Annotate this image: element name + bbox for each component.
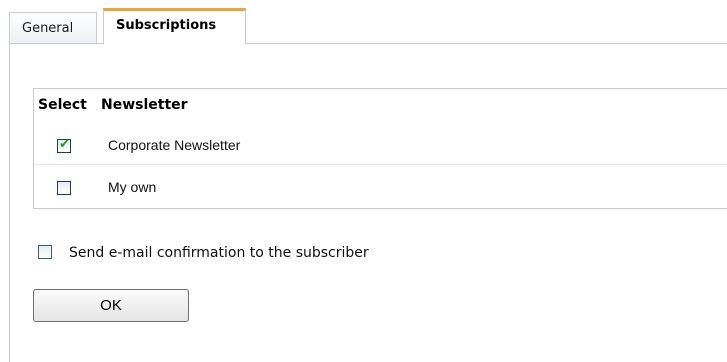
- my-own-checkbox[interactable]: [57, 181, 71, 195]
- table-header: Select Newsletter: [34, 89, 727, 121]
- newsletter-name: Corporate Newsletter: [108, 137, 241, 153]
- checkmark-icon: ✔: [59, 137, 70, 152]
- header-newsletter: Newsletter: [101, 97, 188, 113]
- header-select: Select: [38, 97, 87, 113]
- send-confirmation-label[interactable]: Send e-mail confirmation to the subscrib…: [69, 243, 369, 263]
- table-row: ✔ Corporate Newsletter: [34, 125, 727, 165]
- tab-subscriptions[interactable]: Subscriptions: [103, 8, 246, 44]
- panel-border: [9, 44, 10, 362]
- row-divider: [34, 164, 727, 165]
- newsletter-name: My own: [108, 179, 157, 195]
- send-confirmation-checkbox[interactable]: [38, 245, 52, 259]
- table-row: My own: [34, 167, 727, 207]
- tab-general[interactable]: General: [9, 12, 97, 43]
- newsletter-table: Select Newsletter ✔ Corporate Newsletter…: [33, 88, 727, 209]
- ok-button[interactable]: OK: [33, 289, 189, 322]
- tab-strip: General Subscriptions: [9, 8, 727, 44]
- corporate-newsletter-checkbox[interactable]: ✔: [57, 137, 71, 153]
